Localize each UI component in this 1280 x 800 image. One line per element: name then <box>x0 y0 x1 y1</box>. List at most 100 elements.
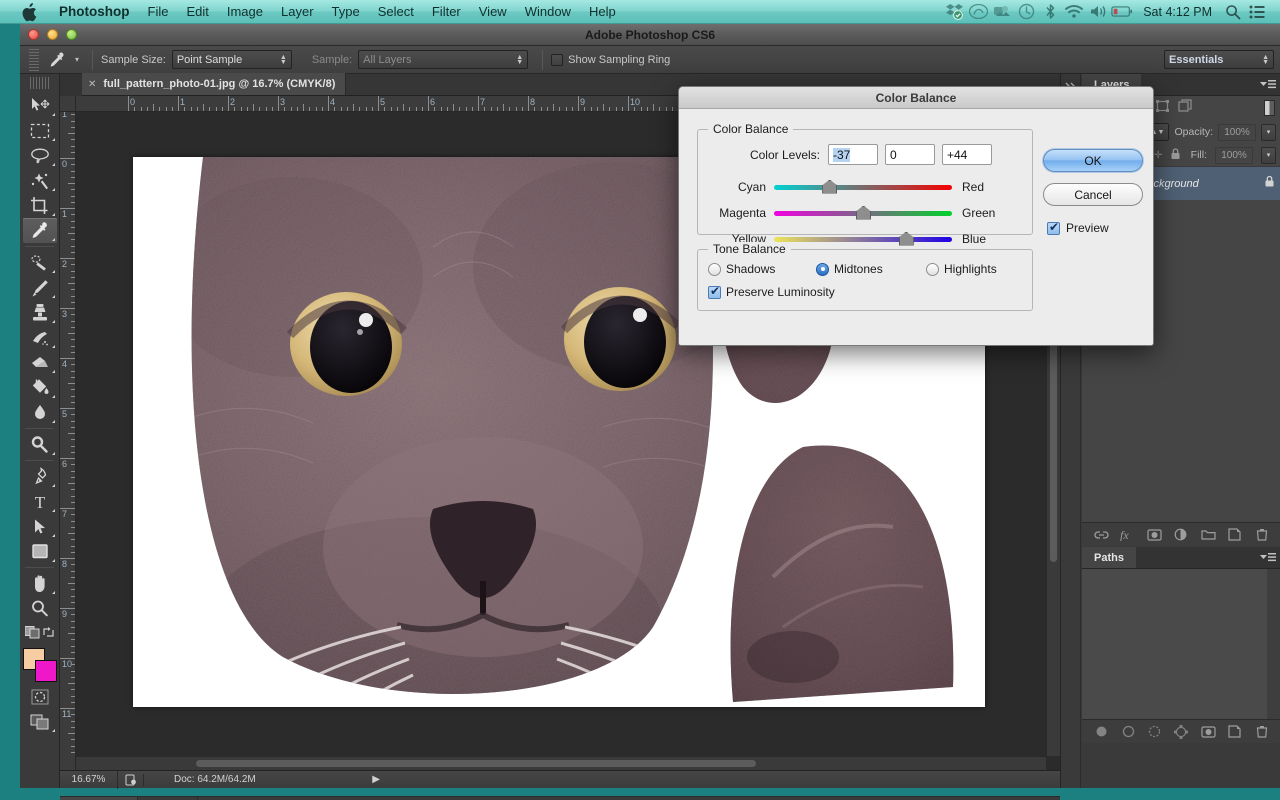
color-level-input-3[interactable]: +44 <box>942 144 992 165</box>
tone-option-highlights[interactable]: Highlights <box>926 262 997 276</box>
background-color-swatch[interactable] <box>34 660 57 682</box>
volume-icon[interactable] <box>1087 1 1109 23</box>
edit-in-quick-mask-mode-icon[interactable] <box>24 625 41 644</box>
dropbox-icon[interactable] <box>943 1 965 23</box>
magenta-green-slider-handle[interactable] <box>856 205 871 220</box>
menu-window[interactable]: Window <box>516 0 580 24</box>
new-group-icon[interactable] <box>1199 526 1217 544</box>
layer-style-fx-icon[interactable]: fx <box>1119 526 1137 544</box>
window-title-bar[interactable]: Adobe Photoshop CS6 <box>20 24 1280 46</box>
menu-image[interactable]: Image <box>218 0 272 24</box>
delete-path-icon[interactable] <box>1253 723 1271 741</box>
shape-filter-icon[interactable] <box>1156 99 1170 117</box>
time-machine-icon[interactable] <box>1015 1 1037 23</box>
menu-filter[interactable]: Filter <box>423 0 470 24</box>
fill-value[interactable]: 100% <box>1215 146 1253 164</box>
document-tab[interactable]: ✕ full_pattern_photo-01.jpg @ 16.7% (CMY… <box>82 73 347 95</box>
show-sampling-ring-checkbox[interactable] <box>551 53 564 66</box>
eyedropper-icon[interactable] <box>44 49 70 71</box>
menu-type[interactable]: Type <box>323 0 369 24</box>
document-icon[interactable] <box>118 773 144 786</box>
paint-bucket-tool[interactable] <box>23 375 57 400</box>
close-icon[interactable]: ✕ <box>88 79 96 90</box>
zoom-level[interactable]: 16.67% <box>60 770 118 789</box>
menu-edit[interactable]: Edit <box>177 0 217 24</box>
new-layer-icon[interactable] <box>1226 526 1244 544</box>
menu-app-name[interactable]: Photoshop <box>50 0 139 24</box>
fill-chevron-down-icon[interactable]: ▾ <box>1261 146 1276 164</box>
panel-menu-icon[interactable] <box>1259 551 1277 563</box>
filter-toggle-icon[interactable] <box>1264 100 1275 116</box>
workspace-select[interactable]: Essentials ▲ ▼ <box>1164 50 1274 69</box>
sync-icon[interactable] <box>991 1 1013 23</box>
pen-tool[interactable] <box>23 464 57 489</box>
lock-all-icon[interactable] <box>1170 147 1181 163</box>
adjustment-layer-icon[interactable] <box>1172 526 1190 544</box>
cancel-button[interactable]: Cancel <box>1043 183 1143 206</box>
eyedropper-tool[interactable] <box>22 218 57 243</box>
healing-brush-tool[interactable] <box>23 250 57 275</box>
menu-layer[interactable]: Layer <box>272 0 323 24</box>
options-bar-grip[interactable] <box>29 48 39 71</box>
move-tool[interactable] <box>23 93 57 118</box>
preserve-luminosity-row[interactable]: Preserve Luminosity <box>708 284 835 299</box>
preview-checkbox[interactable] <box>1047 220 1060 235</box>
brush-tool[interactable] <box>23 275 57 300</box>
clone-stamp-tool[interactable] <box>23 300 57 325</box>
tone-option-shadows[interactable]: Shadows <box>708 262 775 276</box>
shadows-radio[interactable] <box>708 262 721 276</box>
rectangle-tool[interactable] <box>23 539 57 564</box>
opacity-value[interactable]: 100% <box>1218 123 1256 141</box>
menu-select[interactable]: Select <box>369 0 423 24</box>
path-selection-tool[interactable] <box>23 514 57 539</box>
status-menu-arrow-icon[interactable]: ▶ <box>372 774 380 785</box>
crop-tool[interactable] <box>23 193 57 218</box>
color-balance-dialog[interactable]: Color Balance Color Balance Color Levels… <box>678 86 1154 346</box>
ok-button[interactable]: OK <box>1043 149 1143 172</box>
sample-select[interactable]: All Layers ▲ ▼ <box>358 50 529 69</box>
paths-list-empty[interactable] <box>1082 569 1280 719</box>
highlights-radio[interactable] <box>926 262 939 276</box>
vertical-ruler[interactable]: 1 0 1 2 3 4 5 6 7 8 9 10 11 <box>60 112 76 770</box>
blur-tool[interactable] <box>23 400 57 425</box>
screen-mode-icon[interactable] <box>23 709 57 734</box>
apple-logo-icon[interactable] <box>22 2 38 21</box>
stroke-path-icon[interactable] <box>1119 723 1137 741</box>
cyan-red-slider-handle[interactable] <box>822 179 838 194</box>
layer-mask-icon[interactable] <box>1146 526 1164 544</box>
yellow-blue-slider-handle[interactable] <box>898 231 914 246</box>
list-icon[interactable] <box>1246 1 1268 23</box>
tab-paths[interactable]: Paths <box>1082 547 1136 568</box>
canvas-horizontal-scrollbar[interactable] <box>76 756 1046 770</box>
midtones-radio[interactable] <box>816 262 829 276</box>
menu-help[interactable]: Help <box>580 0 625 24</box>
menu-file[interactable]: File <box>139 0 178 24</box>
tone-option-midtones[interactable]: Midtones <box>816 262 883 276</box>
link-layers-icon[interactable] <box>1092 526 1110 544</box>
horizontal-scroll-thumb[interactable] <box>196 760 756 767</box>
color-level-input-2[interactable]: 0 <box>885 144 935 165</box>
lock-position-icon[interactable]: ✛ <box>1154 150 1162 161</box>
preview-row[interactable]: Preview <box>1047 220 1109 235</box>
menu-bar-clock[interactable]: Sat 4:12 PM <box>1135 5 1220 19</box>
selection-to-path-icon[interactable] <box>1172 723 1190 741</box>
quick-mask-icon[interactable] <box>23 684 57 709</box>
zoom-tool[interactable] <box>23 596 57 621</box>
bluetooth-icon[interactable] <box>1039 1 1061 23</box>
magenta-green-slider[interactable] <box>774 205 952 220</box>
dodge-tool[interactable] <box>23 432 57 457</box>
sample-size-select[interactable]: Point Sample ▲ ▼ <box>171 50 292 69</box>
type-tool[interactable]: T <box>23 489 57 514</box>
yellow-blue-slider[interactable] <box>774 231 952 246</box>
eraser-tool[interactable] <box>23 350 57 375</box>
tool-preset-chevron-down-icon[interactable]: ▾ <box>70 55 84 64</box>
ruler-corner[interactable] <box>60 96 76 112</box>
history-brush-tool[interactable] <box>23 325 57 350</box>
preserve-luminosity-checkbox[interactable] <box>708 284 721 299</box>
wifi-icon[interactable] <box>1063 1 1085 23</box>
lasso-tool[interactable] <box>23 143 57 168</box>
opacity-chevron-down-icon[interactable]: ▾ <box>1261 123 1276 141</box>
new-path-icon[interactable] <box>1226 723 1244 741</box>
menu-view[interactable]: View <box>470 0 516 24</box>
color-level-input-1[interactable]: -37 <box>828 144 878 165</box>
